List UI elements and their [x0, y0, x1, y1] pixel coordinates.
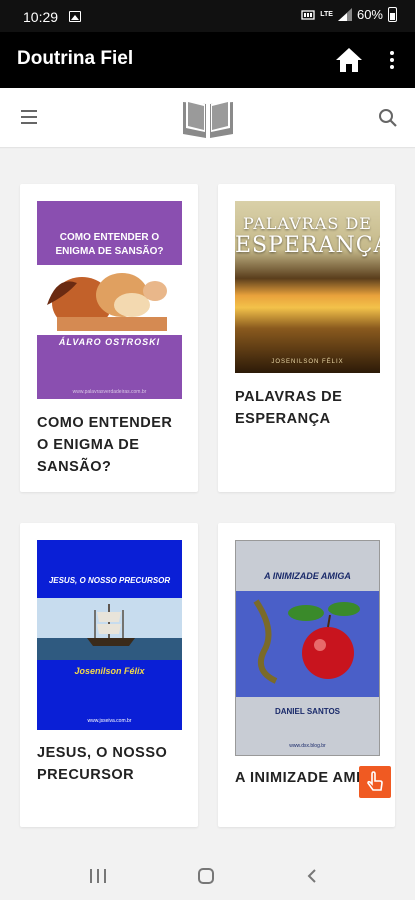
search-icon[interactable]: [378, 108, 398, 128]
cover-url: www.jsseiva.com.br: [87, 718, 132, 724]
signal-icon: [337, 8, 352, 21]
home-icon[interactable]: [335, 47, 363, 73]
cover-title: COMO ENTENDER O ENIGMA DE SANSÃO?: [55, 232, 164, 257]
site-header: [0, 88, 415, 148]
cover-title-line1: PALAVRAS DE: [243, 214, 372, 233]
cover-title: PALAVRAS DE ESPERANÇA: [235, 213, 380, 257]
open-book-logo-icon[interactable]: [181, 96, 235, 140]
book-card[interactable]: JESUS, O NOSSO PRECURSOR Josenilson Féli…: [20, 523, 198, 827]
system-nav-bar: [0, 851, 415, 900]
recents-icon[interactable]: [90, 869, 106, 883]
image-notification-icon: [69, 11, 81, 22]
cover-title: A INIMIZADE AMIGA: [264, 571, 351, 581]
cover-url: www.dsx.blog.br: [289, 743, 326, 749]
book-title-link[interactable]: COMO ENTENDER O ENIGMA DE SANSÃO?: [37, 412, 187, 478]
touch-hand-icon: [367, 771, 383, 791]
battery-percent: 60%: [356, 7, 383, 22]
cover-author: ÁLVARO OSTROSKI: [58, 337, 161, 347]
book-card[interactable]: COMO ENTENDER O ENIGMA DE SANSÃO? ÁLVARO…: [20, 184, 198, 492]
sailing-ship-illustration: [37, 598, 182, 660]
book-cover-image[interactable]: PALAVRAS DE ESPERANÇA JOSENILSON FÉLIX: [235, 201, 380, 373]
book-title-link[interactable]: PALAVRAS DE ESPERANÇA: [235, 386, 385, 430]
samson-lion-illustration: [37, 265, 182, 335]
cover-author: DANIEL SANTOS: [274, 707, 341, 716]
status-time: 10:29: [23, 9, 59, 25]
back-icon[interactable]: [306, 868, 318, 884]
more-vert-icon[interactable]: [384, 48, 400, 72]
book-cover-image[interactable]: COMO ENTENDER O ENIGMA DE SANSÃO? ÁLVARO…: [37, 201, 182, 399]
apple-serpent-illustration: [236, 591, 379, 697]
book-card[interactable]: PALAVRAS DE ESPERANÇA JOSENILSON FÉLIX P…: [218, 184, 395, 492]
cover-url: www.palavrasverdadeiras.com.br: [72, 389, 147, 395]
cover-author: Josenilson Félix: [74, 666, 145, 676]
touch-assist-button[interactable]: [359, 766, 391, 798]
status-bar: 10:29 LTE 60%: [0, 0, 415, 32]
book-grid: COMO ENTENDER O ENIGMA DE SANSÃO? ÁLVARO…: [0, 149, 415, 851]
battery-icon: [388, 7, 397, 22]
cover-title-line2: ESPERANÇA: [235, 233, 380, 258]
home-nav-icon[interactable]: [198, 868, 214, 884]
app-title: Doutrina Fiel: [17, 48, 134, 69]
alarm-icon: [301, 9, 315, 20]
book-cover-image[interactable]: JESUS, O NOSSO PRECURSOR Josenilson Féli…: [37, 540, 182, 730]
cover-author: JOSENILSON FÉLIX: [271, 359, 344, 365]
cover-title: JESUS, O NOSSO PRECURSOR: [48, 576, 171, 585]
hamburger-menu-icon[interactable]: [21, 110, 37, 124]
book-title-link[interactable]: JESUS, O NOSSO PRECURSOR: [37, 742, 187, 786]
status-indicators: LTE 60%: [301, 7, 397, 22]
book-cover-image[interactable]: A INIMIZADE AMIGA DANIEL SANTOS www.dsx.…: [235, 540, 380, 756]
app-bar: Doutrina Fiel: [0, 32, 415, 88]
lte-indicator: LTE: [320, 10, 333, 18]
